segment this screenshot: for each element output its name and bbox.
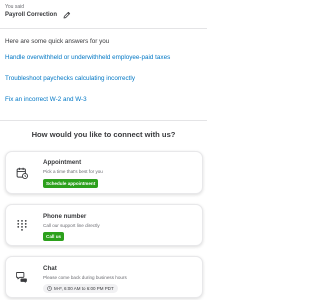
business-hours-text: M-F, 6:00 AM to 6:00 PM PDT	[54, 286, 114, 291]
phone-subtitle: Call our support line directly	[43, 223, 100, 228]
clock-icon	[47, 286, 52, 291]
appointment-card: Appointment Pick a time that's best for …	[5, 151, 203, 194]
quick-answer-link-taxes[interactable]: Handle overwithheld or underwithheld emp…	[5, 54, 170, 61]
calendar-icon	[16, 167, 28, 179]
chat-title: Chat	[43, 265, 57, 272]
chat-subtitle: Please come back during business hours	[43, 275, 127, 280]
phone-card: Phone number Call our support line direc…	[5, 204, 203, 246]
you-said-label: You said	[5, 4, 24, 10]
dialpad-icon	[17, 219, 27, 231]
business-hours-badge: M-F, 6:00 AM to 6:00 PM PDT	[43, 284, 118, 293]
quick-answer-link-w2[interactable]: Fix an incorrect W-2 and W-3	[5, 96, 87, 103]
connect-title: How would you like to connect with us?	[31, 130, 176, 139]
divider	[0, 28, 207, 29]
schedule-appointment-button[interactable]: Schedule appointment	[43, 179, 99, 188]
quick-answer-link-paychecks[interactable]: Troubleshoot paychecks calculating incor…	[5, 75, 135, 82]
query-row: Payroll Correction	[5, 11, 71, 19]
query-text: Payroll Correction	[5, 12, 58, 18]
divider	[0, 120, 207, 121]
appointment-title: Appointment	[43, 159, 82, 166]
call-us-button[interactable]: Call us	[43, 232, 65, 241]
quick-answers-title: Here are some quick answers for you	[5, 38, 110, 45]
pencil-icon[interactable]	[63, 11, 71, 19]
appointment-subtitle: Pick a time that's best for you	[43, 169, 103, 174]
chat-icon	[16, 272, 27, 283]
phone-title: Phone number	[43, 213, 87, 220]
chat-card: Chat Please come back during business ho…	[5, 256, 203, 298]
